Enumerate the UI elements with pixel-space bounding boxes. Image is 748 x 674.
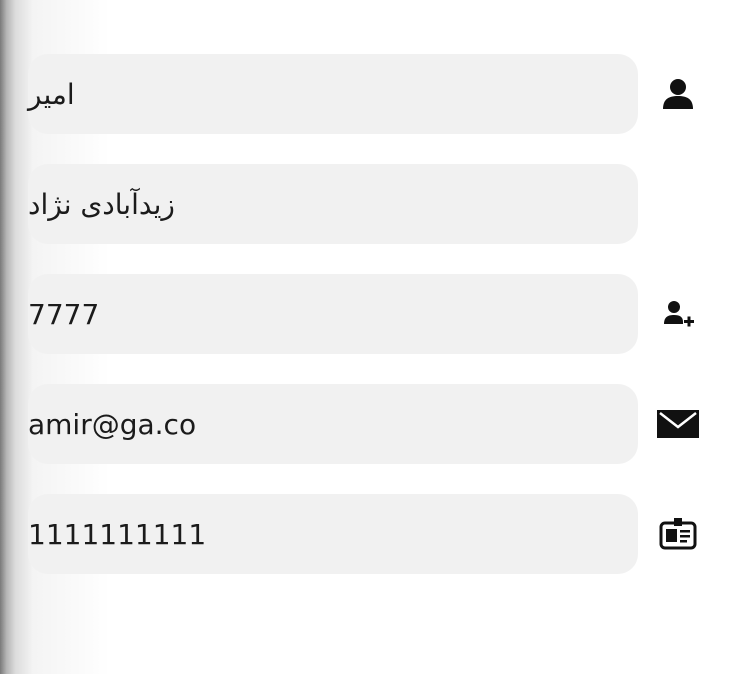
national-id-row: 1111111111 [0,494,748,574]
email-field[interactable]: amir@ga.co [28,384,638,464]
code-row: 7777 [0,274,748,354]
email-value: amir@ga.co [28,407,197,441]
national-id-value: 1111111111 [28,517,207,551]
last-name-field[interactable]: زیدآبادی نژاد [28,164,638,244]
id-card-icon [658,514,698,554]
envelope-icon [656,404,700,444]
code-field[interactable]: 7777 [28,274,638,354]
user-add-icon [658,294,698,334]
last-name-row: زیدآبادی نژاد [0,164,748,244]
first-name-field[interactable]: امیر [28,54,638,134]
first-name-value: امیر [28,77,75,111]
code-value: 7777 [28,297,100,331]
user-icon [658,74,698,114]
email-row: amir@ga.co [0,384,748,464]
last-name-value: زیدآبادی نژاد [28,187,175,221]
first-name-row: امیر [0,54,748,134]
national-id-field[interactable]: 1111111111 [28,494,638,574]
